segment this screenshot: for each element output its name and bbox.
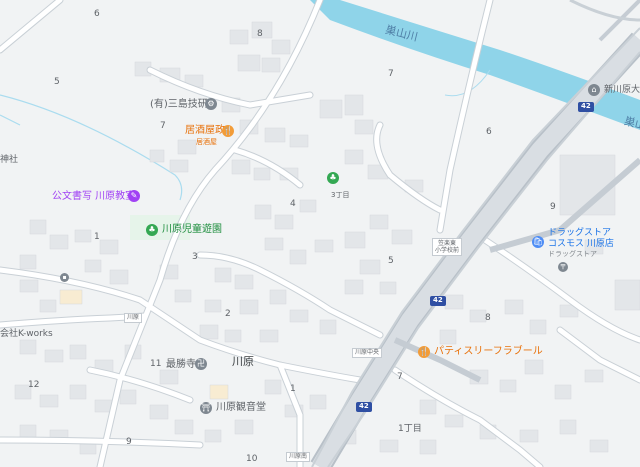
block-number: 1 — [94, 232, 100, 242]
block-number: 3 — [192, 252, 198, 262]
block-number: 7 — [397, 372, 403, 382]
poi-label-shinkawara[interactable]: 新川原大橋 — [604, 86, 640, 95]
shrine-icon[interactable]: ⛩ — [200, 402, 212, 414]
poi-label-patisserie[interactable]: パティスリーフラブール — [434, 347, 543, 357]
block-number: 10 — [246, 454, 258, 464]
restaurant-icon[interactable]: 🍴 — [222, 125, 234, 137]
block-number: 6 — [486, 127, 492, 137]
shrine-label[interactable]: 神社 — [0, 156, 18, 165]
poi-label-kannondo[interactable]: 川原観音堂 — [216, 403, 266, 413]
shopping-icon[interactable]: 🛍 — [532, 236, 544, 248]
route-shield: 42 — [356, 402, 372, 412]
block-number: 7 — [388, 69, 394, 79]
block-number: 8 — [257, 29, 263, 39]
temple-icon[interactable]: 卍 — [195, 358, 207, 370]
poi-label-drugstore[interactable]: ドラッグストア — [548, 229, 611, 238]
poi-label-saishoji[interactable]: 最勝寺 — [166, 360, 196, 370]
poi-label-miyoshi[interactable]: (有)三島技研 — [150, 100, 208, 110]
bus-stop-kawara[interactable]: 川原 — [124, 313, 143, 323]
poi-sublabel-izakaya: 居酒屋 — [196, 138, 217, 146]
poi-label-drugstore-2[interactable]: コスモス 川原店 — [548, 240, 614, 249]
block-number: 9 — [550, 202, 556, 212]
block-number: 1 — [290, 384, 296, 394]
bus-stop-kawara-end[interactable]: 川原南 — [286, 452, 311, 462]
post-icon[interactable]: 〒 — [558, 262, 568, 272]
school-icon[interactable]: ✎ — [128, 190, 140, 202]
bridge-icon[interactable]: ⌂ — [588, 84, 600, 96]
poi-label-kworks[interactable]: 会社K-works — [0, 330, 53, 339]
block-number: 7 — [160, 121, 166, 131]
block-number: 5 — [388, 256, 394, 266]
area-label-itchome: 1丁目 — [398, 424, 422, 434]
poi-label-jido[interactable]: 川原児童遊園 — [162, 225, 222, 235]
block-number: 11 — [150, 359, 162, 369]
bus-stop-kawara-mae[interactable]: 川原中央 — [352, 348, 383, 358]
poi-sublabel-drugstore: ドラッグストア — [548, 250, 597, 258]
factory-icon[interactable]: ⚙ — [205, 98, 217, 110]
block-number: 8 — [485, 313, 491, 323]
bus-icon[interactable]: ▪ — [60, 273, 69, 282]
bus-stop-shogakko[interactable]: 笠楽東 小学校前 — [432, 238, 463, 257]
poi-label-kumon[interactable]: 公文書写 川原教室 — [52, 192, 135, 202]
cafe-icon[interactable]: 🍴 — [418, 346, 430, 358]
route-shield: 42 — [430, 296, 446, 306]
block-number: 6 — [94, 9, 100, 19]
area-label-kawara: 川原 — [232, 355, 254, 368]
block-number: 5 — [54, 77, 60, 87]
block-number: 2 — [225, 309, 231, 319]
park-icon[interactable]: ♣ — [327, 172, 339, 184]
route-shield: 42 — [578, 102, 594, 112]
block-number: 12 — [28, 380, 40, 390]
poi-label-izakaya[interactable]: 居酒屋政 — [185, 126, 225, 136]
map-canvas[interactable]: 巣山川 巣山 6 5 8 7 7 6 1 3 4 5 9 2 11 12 8 7… — [0, 0, 640, 467]
park-label-sanchome[interactable]: 3丁目 — [331, 192, 349, 199]
block-number: 9 — [126, 437, 132, 447]
playground-icon[interactable]: ♣ — [146, 224, 158, 236]
block-number: 4 — [290, 199, 296, 209]
